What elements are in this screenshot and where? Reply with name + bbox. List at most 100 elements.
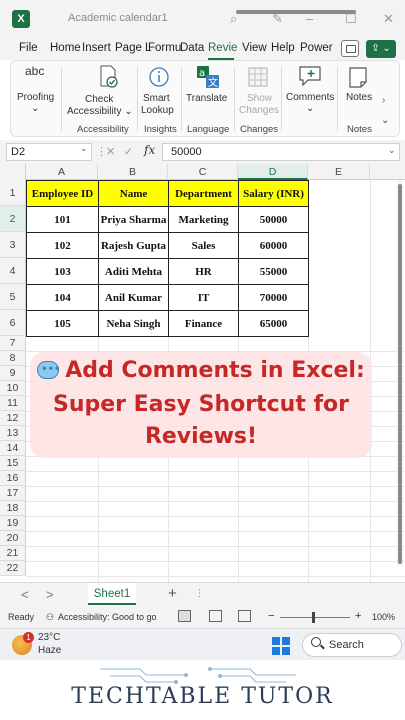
table-cell[interactable]: Priya Sharma: [98, 206, 169, 233]
table-cell[interactable]: IT: [168, 284, 239, 311]
check-accessibility-label-2[interactable]: Accessibility ⌄: [67, 106, 133, 118]
row-header-22[interactable]: 22: [0, 561, 26, 576]
zoom-slider-thumb[interactable]: [312, 612, 315, 623]
row-header-1[interactable]: 1: [0, 180, 26, 206]
accessibility-status[interactable]: Accessibility: Good to go: [58, 612, 157, 622]
tab-file[interactable]: File: [19, 42, 38, 54]
zoom-level[interactable]: 100%: [372, 612, 395, 622]
table-cell[interactable]: 55000: [238, 258, 309, 285]
table-cell[interactable]: 50000: [238, 206, 309, 233]
table-cell[interactable]: HR: [168, 258, 239, 285]
table-cell[interactable]: Finance: [168, 310, 239, 337]
tab-page-layout[interactable]: Page L: [115, 42, 151, 54]
row-header-7[interactable]: 7: [0, 336, 26, 351]
table-cell[interactable]: 105: [26, 310, 99, 337]
row-header-2[interactable]: 2: [0, 206, 26, 232]
close-icon[interactable]: ✕: [383, 11, 394, 27]
zoom-in-icon[interactable]: +: [355, 610, 361, 622]
row-header-10[interactable]: 10: [0, 381, 26, 396]
row-header-9[interactable]: 9: [0, 366, 26, 381]
table-cell[interactable]: Aditi Mehta: [98, 258, 169, 285]
row-header-14[interactable]: 14: [0, 441, 26, 456]
tab-review[interactable]: Revie: [208, 42, 237, 54]
horizontal-scrollbar-thumb[interactable]: [236, 10, 356, 14]
column-header-a[interactable]: A: [26, 164, 98, 180]
row-header-15[interactable]: 15: [0, 456, 26, 471]
table-header-cell[interactable]: Department: [168, 180, 239, 207]
row-header-21[interactable]: 21: [0, 546, 26, 561]
row-header-18[interactable]: 18: [0, 501, 26, 516]
column-header-d[interactable]: D: [238, 164, 308, 180]
next-sheet-icon[interactable]: >: [46, 587, 54, 602]
row-header-5[interactable]: 5: [0, 284, 26, 310]
temperature[interactable]: 23°C: [38, 632, 60, 643]
zoom-out-icon[interactable]: −: [268, 610, 274, 622]
smart-lookup-label-2[interactable]: Lookup: [141, 105, 174, 117]
confirm-entry-icon[interactable]: ✓: [124, 145, 133, 158]
name-box-dropdown-icon[interactable]: ⌄: [80, 143, 88, 154]
tab-view[interactable]: View: [242, 42, 267, 54]
row-header-17[interactable]: 17: [0, 486, 26, 501]
table-header-cell[interactable]: Salary (INR): [238, 180, 309, 207]
table-cell[interactable]: Sales: [168, 232, 239, 259]
table-cell[interactable]: Rajesh Gupta: [98, 232, 169, 259]
add-sheet-icon[interactable]: +: [168, 585, 177, 602]
sheet-tab-sheet1[interactable]: Sheet1: [88, 583, 136, 605]
proofing-caret[interactable]: ⌄: [31, 103, 39, 115]
table-cell[interactable]: 70000: [238, 284, 309, 311]
cancel-entry-icon[interactable]: ✕: [106, 145, 115, 158]
row-header-4[interactable]: 4: [0, 258, 26, 284]
ribbon-more-chevron-icon[interactable]: ›: [382, 95, 385, 106]
vertical-scrollbar-thumb[interactable]: [398, 184, 402, 564]
row-header-3[interactable]: 3: [0, 232, 26, 258]
comments-pane-button[interactable]: [341, 40, 359, 57]
row-header-12[interactable]: 12: [0, 411, 26, 426]
table-cell[interactable]: 101: [26, 206, 99, 233]
weather-condition[interactable]: Haze: [38, 645, 61, 656]
table-cell[interactable]: 102: [26, 232, 99, 259]
table-header-cell[interactable]: Name: [98, 180, 169, 207]
select-all-corner[interactable]: [0, 164, 26, 180]
tab-insert[interactable]: Insert: [82, 42, 111, 54]
column-header-e[interactable]: E: [308, 164, 370, 180]
row-header-19[interactable]: 19: [0, 516, 26, 531]
smart-lookup-label-1[interactable]: Smart: [143, 93, 170, 105]
normal-view-button[interactable]: [178, 610, 191, 622]
row-header-6[interactable]: 6: [0, 310, 26, 336]
table-cell[interactable]: Anil Kumar: [98, 284, 169, 311]
table-cell[interactable]: 65000: [238, 310, 309, 337]
row-header-8[interactable]: 8: [0, 351, 26, 366]
row-header-11[interactable]: 11: [0, 396, 26, 411]
translate-button[interactable]: Translate: [186, 93, 227, 105]
table-cell[interactable]: 104: [26, 284, 99, 311]
page-layout-view-button[interactable]: [209, 610, 222, 622]
accessibility-status-icon[interactable]: ⚇: [46, 612, 54, 623]
sheet-tab-splitter-icon[interactable]: ⋮: [195, 588, 204, 599]
table-header-cell[interactable]: Employee ID: [26, 180, 99, 207]
tab-data[interactable]: Data: [180, 42, 204, 54]
row-header-16[interactable]: 16: [0, 471, 26, 486]
column-header-b[interactable]: B: [98, 164, 168, 180]
collapse-ribbon-icon[interactable]: ⌄: [381, 115, 389, 126]
tab-formulas[interactable]: Formu: [148, 42, 181, 54]
page-break-view-button[interactable]: [238, 610, 251, 622]
expand-formula-bar-icon[interactable]: ⌄: [388, 145, 396, 156]
notes-button[interactable]: Notes: [346, 92, 372, 104]
table-cell[interactable]: Marketing: [168, 206, 239, 233]
row-header-13[interactable]: 13: [0, 426, 26, 441]
table-cell[interactable]: Neha Singh: [98, 310, 169, 337]
row-header-20[interactable]: 20: [0, 531, 26, 546]
check-accessibility-label-1[interactable]: Check: [85, 94, 113, 106]
zoom-slider[interactable]: [280, 617, 350, 618]
insert-function-icon[interactable]: fx: [144, 143, 155, 157]
table-cell[interactable]: 103: [26, 258, 99, 285]
tab-home[interactable]: Home: [50, 42, 81, 54]
tab-power[interactable]: Power: [300, 42, 333, 54]
column-header-c[interactable]: C: [168, 164, 238, 180]
windows-start-icon[interactable]: [272, 637, 290, 655]
previous-sheet-icon[interactable]: <: [21, 587, 29, 602]
comments-caret[interactable]: ⌄: [306, 103, 314, 115]
table-cell[interactable]: 60000: [238, 232, 309, 259]
tab-help[interactable]: Help: [271, 42, 295, 54]
formula-input[interactable]: 50000: [162, 143, 400, 161]
